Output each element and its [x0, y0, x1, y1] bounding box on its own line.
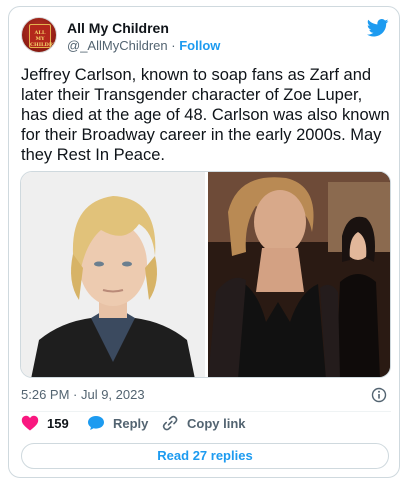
author-handle[interactable]: @_AllMyChildren [67, 38, 168, 53]
portrait-illustration [21, 172, 205, 377]
follow-button[interactable]: Follow [179, 38, 220, 53]
reply-label: Reply [113, 415, 149, 431]
photo-portrait-left[interactable] [21, 172, 205, 377]
reply-bubble-icon [88, 416, 104, 430]
info-icon[interactable] [371, 387, 387, 403]
tweet-header: ALLMYCHILDREN All My Children @_AllMyChi… [21, 17, 389, 57]
author-handle-row: @_AllMyChildren · Follow [67, 38, 220, 53]
copy-link-button[interactable]: Copy link [161, 415, 246, 431]
heart-icon [21, 415, 39, 431]
tweet-actions: 159 Reply Copy link [21, 415, 391, 435]
like-button[interactable]: 159 [21, 415, 69, 431]
reply-button[interactable]: Reply [87, 415, 148, 431]
tweet-text: Jeffrey Carlson, known to soap fans as Z… [21, 66, 390, 164]
copy-link-label: Copy link [187, 415, 246, 431]
like-count: 159 [47, 415, 69, 431]
photo-scene-right[interactable] [208, 172, 390, 377]
avatar[interactable]: ALLMYCHILDREN [21, 17, 57, 53]
link-icon [162, 415, 178, 431]
divider [21, 411, 391, 412]
avatar-logo: ALLMYCHILDREN [29, 24, 56, 48]
read-replies-button[interactable]: Read 27 replies [21, 443, 389, 469]
tweet-media[interactable] [20, 171, 391, 378]
scene-illustration [208, 172, 390, 377]
handle-separator: · [171, 38, 176, 53]
tweet-timestamp[interactable]: 5:26 PM · Jul 9, 2023 [21, 387, 145, 402]
twitter-bird-icon[interactable] [367, 19, 389, 37]
author-name[interactable]: All My Children [67, 20, 169, 36]
tweet-card: ALLMYCHILDREN All My Children @_AllMyChi… [8, 6, 400, 478]
